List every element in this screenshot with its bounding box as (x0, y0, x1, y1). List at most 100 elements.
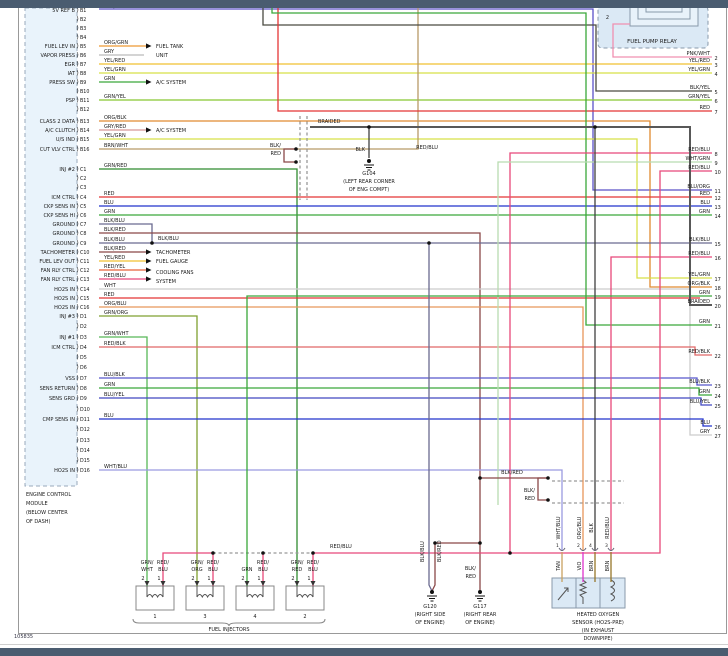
wire-color-label: GRN/ (191, 560, 204, 566)
injector-pin-number: 2 (241, 576, 244, 582)
wire-color-label: UNIT (156, 53, 169, 59)
ecm-function-label: VAPOR PRESS (40, 53, 75, 59)
exit-number: 9 (715, 161, 718, 167)
injector-pin-number: 1 (157, 576, 160, 582)
injector-pin-number: 2 (291, 576, 294, 582)
wire-color-label: RED/BLK (104, 341, 126, 347)
wire-color-label: BLK/ (270, 143, 281, 149)
wire-color-label: BLK/BLU (420, 541, 426, 562)
wire-color-label: TACHOMETER (155, 250, 191, 256)
ecm-pin-B1: B1 (80, 8, 86, 14)
ecm-pin-C1: C1 (80, 167, 86, 173)
wire-wht-grn (497, 161, 712, 505)
ground-name: G120 (423, 604, 436, 610)
ecm-pin-bracket: ) (76, 457, 78, 464)
ecm-pin-bracket: ) (76, 70, 78, 77)
wire-color-label: ORG/BLU (104, 301, 127, 307)
ecm-function-label: FUEL LEV OUT (39, 259, 76, 265)
ecm-pin-bracket: ) (76, 304, 78, 311)
exit-wire-label: GRY (700, 429, 711, 435)
exit-wire-label: GRN (699, 319, 710, 325)
ecm-pin-bracket: ) (76, 146, 78, 153)
exit-wire-label: BLK/YEL (690, 85, 710, 91)
ecm-pin-C12: C12 (80, 268, 89, 274)
wire-color-label: BLU/BLK (104, 372, 126, 378)
wire-color-label: ORG/BLU (577, 516, 583, 539)
ecm-pin-bracket: ) (76, 184, 78, 191)
exit-wire-label: BLU/BLK (689, 379, 711, 385)
ecm-function-label: SENS RETURN (40, 386, 76, 392)
exit-number: 5 (715, 90, 718, 96)
wire-color-label: BLK/RED (437, 540, 443, 562)
ecm-name: MODULE (26, 501, 48, 507)
exit-number: 17 (715, 277, 721, 283)
wire-color-label: BLK/RED (104, 227, 126, 233)
ground-name: G117 (473, 604, 486, 610)
ecm-function-label: PSP (66, 98, 75, 104)
ecm-pin-C16: C16 (80, 305, 89, 311)
ecm-pin-bracket: ) (76, 426, 78, 433)
connector-arrow-icon (144, 581, 150, 586)
junction-dot (311, 551, 315, 555)
ecm-pin-bracket: ) (76, 97, 78, 104)
ecm-pin-D2: D2 (80, 324, 87, 330)
ecm-function-label: VSS (65, 376, 75, 382)
exit-number: 25 (715, 404, 721, 410)
exit-number: 13 (715, 205, 721, 211)
exit-number: 21 (715, 324, 721, 330)
exit-number: 26 (715, 425, 721, 431)
ecm-pin-B5: B5 (80, 44, 86, 50)
ecm-pin-B16: B16 (80, 147, 89, 153)
wire-color-label: GRN/ (141, 560, 154, 566)
connector-arrow-icon (244, 581, 250, 586)
ecm-pin-D7: D7 (80, 376, 87, 382)
ho2s-name: HEATED OXYGEN (577, 612, 620, 618)
ecm-function-label: HO2S IN (54, 468, 75, 474)
ecm-function-label: INJ #1 (59, 335, 75, 341)
ecm-pin-bracket: ) (76, 106, 78, 113)
wire-grn-org (99, 315, 198, 586)
injector-pin-number: 1 (257, 576, 260, 582)
arrowhead-icon (146, 127, 152, 133)
ecm-pin-bracket: ) (76, 79, 78, 86)
ecm-pin-C3: C3 (80, 185, 86, 191)
wire-color-label: RED/ (307, 560, 319, 566)
exit-number: 12 (715, 196, 721, 202)
junction-dot (367, 125, 371, 129)
exit-wire-label: ORG/BLK (688, 281, 711, 287)
ecm-pin-bracket: ) (76, 313, 78, 320)
ecm-pin-bracket: ) (76, 34, 78, 41)
ecm-pin-bracket: ) (76, 385, 78, 392)
wire-blu-blk (99, 377, 712, 386)
wire-color-label: GRY (104, 49, 115, 55)
wire-color-label: ORG/BLK (104, 115, 127, 121)
exit-wire-label: BLU (700, 200, 710, 206)
fuel-injectors-title: FUEL INJECTORS (208, 627, 249, 633)
exit-wire-label: RED/BLU (688, 165, 710, 171)
exit-wire-label: BRAIDED (688, 299, 711, 305)
arrowhead-icon (146, 79, 152, 85)
junction-dot (546, 476, 550, 480)
arrowhead-icon (146, 276, 152, 282)
ecm-pin-C15: C15 (80, 296, 89, 302)
injector-pin-number: 1 (307, 576, 310, 582)
wire-color-label: RED (466, 574, 477, 580)
ecm-pin-C4: C4 (80, 195, 86, 201)
exit-number: 8 (715, 152, 718, 158)
relay-pin-number: 2 (606, 15, 609, 21)
ecm-pin-bracket: ) (76, 323, 78, 330)
wire-color-label: BLK/BLU (104, 237, 125, 243)
wire-color-label: BRN (605, 560, 611, 571)
ecm-function-label: GROUND (52, 231, 75, 237)
wire-color-label: RED (271, 151, 282, 157)
junction-dot (546, 498, 550, 502)
ecm-function-label: CLASS 2 DATA (40, 119, 76, 125)
ecm-pin-B10: B10 (80, 89, 89, 95)
ecm-pin-bracket: ) (76, 136, 78, 143)
ecm-pin-bracket: ) (76, 447, 78, 454)
wire-wht-blu (99, 469, 563, 550)
wire-color-label: RED (292, 567, 303, 573)
ecm-function-label: HO2S IN (54, 296, 75, 302)
ecm-function-label: PRESS SW (49, 80, 75, 86)
wire-color-label: FUEL TANK (156, 44, 184, 50)
